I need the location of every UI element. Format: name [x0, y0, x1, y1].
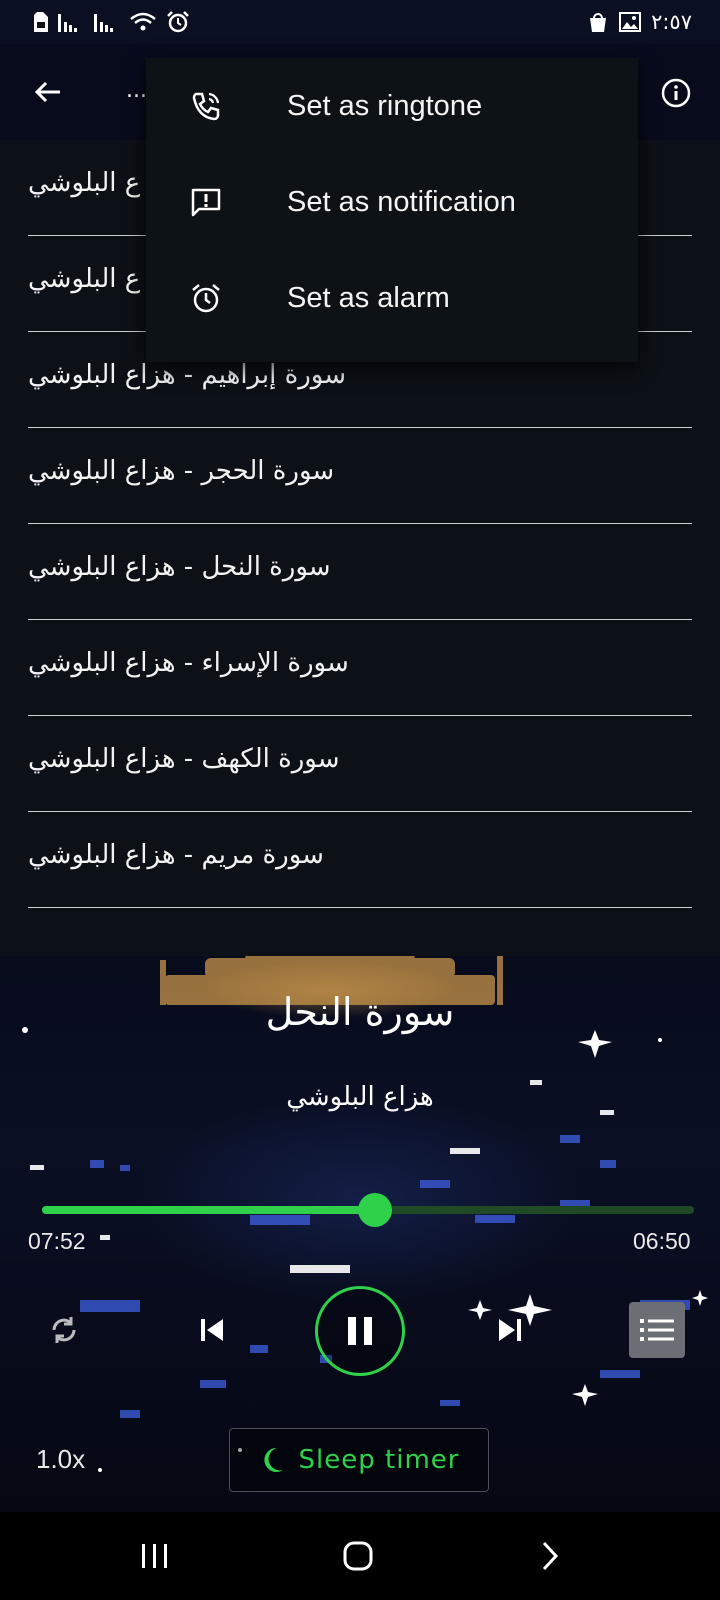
- repeat-button[interactable]: [44, 1310, 84, 1350]
- playlist-item-label: سورة الحجر - هزاع البلوشي: [28, 456, 335, 486]
- info-button[interactable]: [660, 77, 692, 109]
- playlist-item[interactable]: سورة مريم - هزاع البلوشي: [28, 812, 692, 908]
- recent-apps-icon: [142, 1544, 167, 1568]
- menu-item-label: Set as alarm: [287, 282, 450, 314]
- info-icon: [661, 78, 691, 108]
- wifi-icon: [130, 12, 156, 32]
- total-time: 06:50: [633, 1228, 691, 1254]
- progress-thumb[interactable]: [357, 1193, 392, 1227]
- chevron-right-icon: [542, 1541, 559, 1571]
- recent-apps-button[interactable]: [133, 1534, 177, 1578]
- back-button[interactable]: [30, 74, 66, 110]
- playlist-item-label: ع البلوشي: [28, 264, 141, 294]
- status-bar: ٢:٥٧: [0, 0, 720, 44]
- playlist-item-label: سورة الإسراء - هزاع البلوشي: [28, 648, 349, 678]
- menu-item-set-ringtone[interactable]: Set as ringtone: [146, 58, 638, 154]
- menu-item-label: Set as ringtone: [287, 90, 483, 122]
- system-nav-bar: [0, 1512, 720, 1600]
- playlist-item-label: سورة إبراهيم - هزاع البلوشي: [28, 360, 347, 390]
- previous-button[interactable]: [192, 1310, 232, 1350]
- playlist-item-label: سورة الكهف - هزاع البلوشي: [28, 744, 340, 774]
- menu-item-set-alarm[interactable]: Set as alarm: [146, 250, 638, 346]
- skip-next-icon: [499, 1319, 521, 1341]
- now-playing-title: سورة النحل: [265, 990, 455, 1034]
- playlist-item[interactable]: سورة الحجر - هزاع البلوشي: [28, 428, 692, 524]
- menu-item-set-notification[interactable]: Set as notification: [146, 154, 638, 250]
- now-playing-artist: هزاع البلوشي: [286, 1082, 434, 1112]
- signal-strength-2-icon: [94, 12, 120, 32]
- app-bar-title: ...: [126, 78, 147, 103]
- image-icon: [619, 12, 642, 32]
- pause-button[interactable]: [315, 1286, 405, 1376]
- pause-icon: [348, 1317, 372, 1345]
- alarm-clock-icon: [188, 280, 224, 316]
- progress-fill: [42, 1206, 375, 1214]
- back-nav-button[interactable]: [528, 1534, 572, 1578]
- shopping-bag-icon: [587, 11, 609, 33]
- sleep-timer-label: Sleep timer: [298, 1445, 460, 1475]
- skip-previous-icon: [201, 1319, 223, 1341]
- playlist-item[interactable]: سورة الكهف - هزاع البلوشي: [28, 716, 692, 812]
- repeat-icon: [52, 1317, 76, 1343]
- playlist-item-label: سورة مريم - هزاع البلوشي: [28, 840, 324, 870]
- playback-speed-button[interactable]: 1.0x: [36, 1444, 85, 1475]
- moon-icon: [263, 1447, 283, 1472]
- phone-ringing-icon: [188, 88, 224, 124]
- playlist-item[interactable]: سورة النحل - هزاع البلوشي: [28, 524, 692, 620]
- menu-item-label: Set as notification: [287, 186, 516, 218]
- playlist-item[interactable]: سورة الإسراء - هزاع البلوشي: [28, 620, 692, 716]
- sim-card-icon: [34, 12, 48, 32]
- status-time: ٢:٥٧: [651, 10, 692, 34]
- home-button[interactable]: [336, 1534, 380, 1578]
- playlist-icon: [640, 1319, 674, 1341]
- progress-slider[interactable]: [42, 1193, 694, 1227]
- queue-button[interactable]: [629, 1302, 685, 1358]
- home-icon: [343, 1541, 373, 1571]
- elapsed-time: 07:52: [28, 1228, 86, 1254]
- playlist-item-label: ع البلوشي: [28, 168, 141, 198]
- context-menu: Set as ringtone Set as notification Set …: [146, 58, 638, 362]
- alarm-status-icon: [166, 11, 190, 33]
- signal-strength-icon: [58, 12, 84, 32]
- next-button[interactable]: [490, 1310, 530, 1350]
- arrow-left-icon: [34, 81, 60, 103]
- notification-alert-icon: [188, 184, 224, 220]
- sleep-timer-button[interactable]: Sleep timer: [229, 1428, 489, 1492]
- playlist-item-label: سورة النحل - هزاع البلوشي: [28, 552, 331, 582]
- status-icons-right: ٢:٥٧: [587, 10, 692, 34]
- status-icons-left: [34, 11, 190, 33]
